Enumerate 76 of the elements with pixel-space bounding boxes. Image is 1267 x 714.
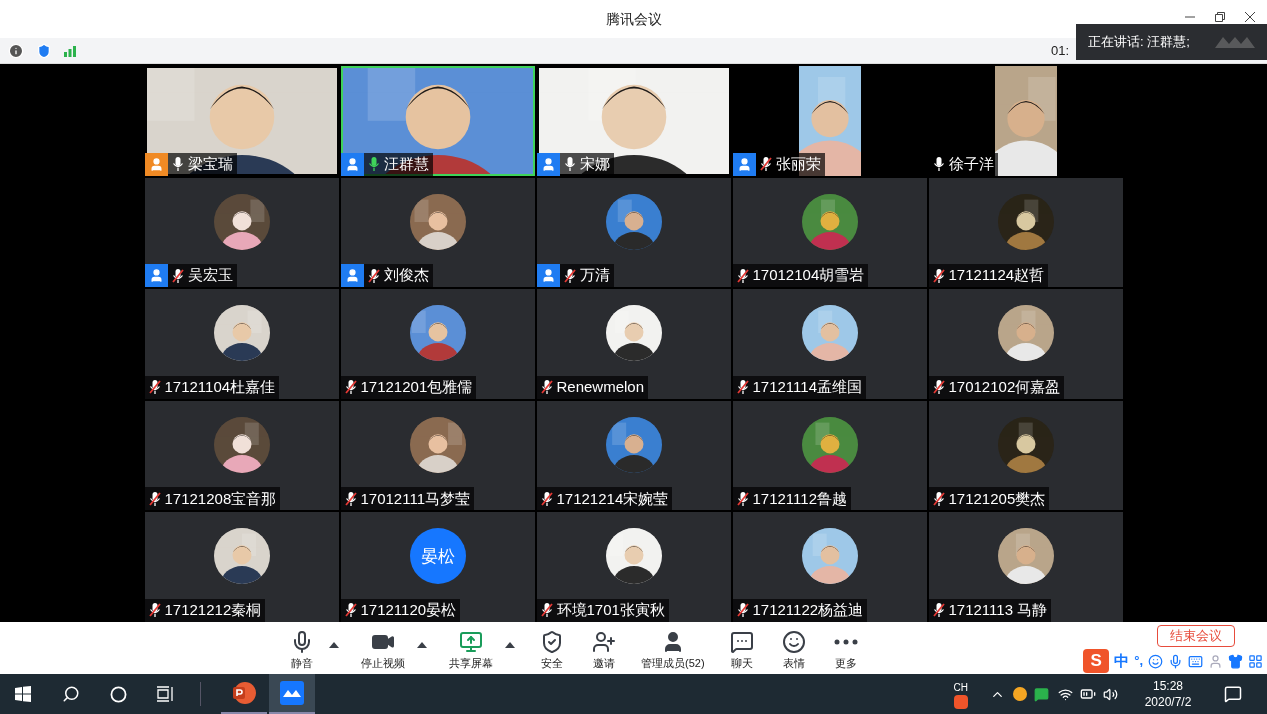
participant-name: 张丽荣 (775, 153, 821, 174)
toolbar-button[interactable]: 邀请 (589, 624, 619, 672)
meeting-app-icon (280, 681, 304, 705)
shield-icon (540, 630, 564, 655)
battery-icon[interactable] (1080, 686, 1096, 702)
participant-name: 17121212秦桐 (164, 600, 262, 621)
toolbar-button[interactable]: 聊天 (726, 624, 757, 672)
participant-name: 17121208宝音那 (164, 488, 277, 509)
smiley-icon (781, 630, 806, 655)
windows-icon[interactable] (15, 686, 31, 702)
participant-name: 17121124赵哲 (948, 265, 1045, 286)
smiley-icon[interactable] (1148, 653, 1163, 669)
participant-name: 17012104胡雪岩 (752, 265, 865, 286)
participant-name: 17121120晏松 (360, 600, 457, 621)
participant-name: 汪群慧 (383, 153, 429, 174)
ime-logo: S (1083, 649, 1110, 673)
participant-name: 17012111马梦莹 (360, 488, 470, 509)
toolbar-button[interactable]: 安全 (537, 624, 567, 672)
participant-name: 徐子洋 (948, 153, 994, 174)
participant-name: 17121205樊杰 (948, 488, 1046, 509)
keyboard-icon[interactable] (1188, 653, 1203, 669)
language-indicator[interactable]: CH (953, 679, 968, 695)
toolbar-button[interactable]: 管理成员(52) (641, 624, 705, 672)
info-icon[interactable] (8, 42, 24, 59)
toolbar-button[interactable]: 静音 (287, 624, 317, 672)
search-icon[interactable] (62, 685, 80, 703)
caret-icon[interactable] (417, 642, 427, 649)
meeting-timer: 01: (1050, 41, 1069, 60)
participant-name: 17121112鲁越 (752, 488, 847, 509)
chat-tray-icon[interactable] (1034, 686, 1049, 702)
ime-tray-icon[interactable] (953, 694, 968, 709)
mic-icon[interactable] (1168, 653, 1183, 669)
speaker-text: 正在讲话: 汪群慧; (1088, 33, 1190, 52)
taskbar-app[interactable] (269, 674, 315, 714)
avatar-initials: 晏松 (409, 528, 466, 585)
task-view-icon[interactable] (156, 686, 174, 702)
grid-icon[interactable] (1248, 653, 1263, 669)
shirt-icon[interactable] (1228, 653, 1243, 669)
presentation-app-icon (232, 681, 256, 705)
participant-name: 梁宝瑞 (187, 153, 233, 174)
restore-icon[interactable] (1215, 12, 1225, 22)
toolbar-button[interactable]: 表情 (778, 624, 809, 672)
more-icon (833, 639, 858, 646)
participant-name: 17121104杜嘉佳 (164, 377, 276, 398)
cortana-icon[interactable] (110, 685, 127, 703)
participant-name: 宋娜 (579, 153, 610, 174)
participant-name: 万清 (579, 265, 610, 286)
participant-name: 环境1701张寅秋 (556, 600, 665, 621)
participant-name: 刘俊杰 (383, 265, 429, 286)
end-meeting-button[interactable]: 结束会议 (1157, 625, 1235, 647)
participant-name: 17121113 马静 (948, 600, 1048, 621)
participant-name: 17121214宋婉莹 (556, 488, 669, 509)
clock[interactable]: 15:28 2020/7/2 (1132, 678, 1204, 710)
participant-name: 17121122杨益迪 (752, 600, 864, 621)
input-mode[interactable]: 中 (1114, 649, 1130, 673)
toolbar-button[interactable]: 更多 (830, 624, 861, 672)
caret-icon[interactable] (329, 642, 339, 649)
punctuation-mode[interactable]: °, (1134, 651, 1143, 671)
participant-name: 17121114孟维国 (752, 377, 862, 398)
window-title: 腾讯会议 (605, 9, 662, 29)
tray-app-icon[interactable] (1013, 687, 1027, 701)
caret-icon[interactable] (505, 642, 515, 649)
shield-icon[interactable] (36, 42, 52, 59)
participant-name: 17012102何嘉盈 (948, 377, 1061, 398)
close-icon[interactable] (1245, 12, 1255, 22)
add-person-icon (592, 630, 616, 655)
notification-icon[interactable] (1224, 685, 1242, 703)
volume-icon[interactable] (1103, 686, 1118, 702)
toolbar-button[interactable]: 停止视频 (361, 624, 405, 672)
screen-share-icon (459, 630, 483, 655)
toolbar-button[interactable]: 共享屏幕 (449, 624, 493, 672)
wifi-icon[interactable] (1058, 686, 1073, 702)
participant-name: Renewmelon (556, 377, 645, 398)
participant-name: 17121201包雅儒 (360, 377, 473, 398)
chat-icon (729, 630, 754, 655)
participant-name: 吴宏玉 (187, 265, 233, 286)
